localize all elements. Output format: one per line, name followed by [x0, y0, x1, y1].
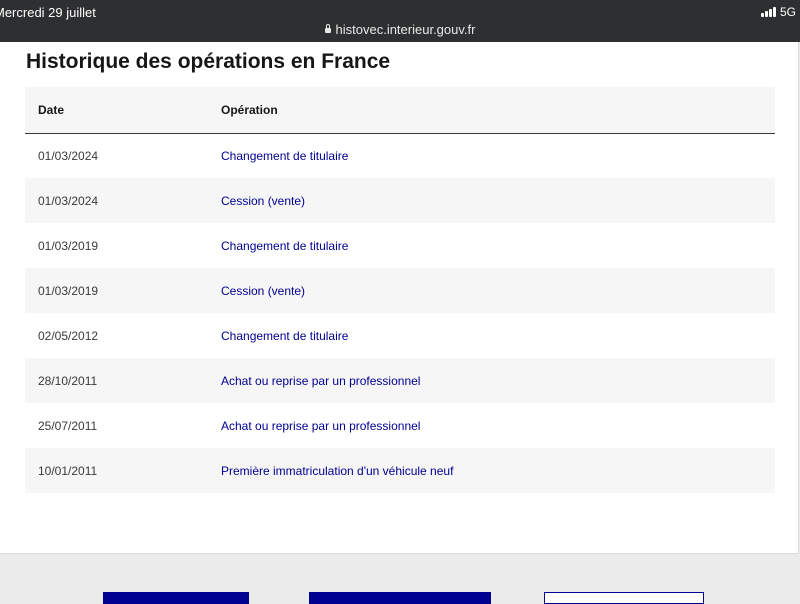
table-row: 01/03/2019 Changement de titulaire — [25, 223, 775, 268]
lock-icon — [324, 24, 331, 33]
table-row: 01/03/2024 Cession (vente) — [25, 178, 775, 223]
row-operation: Cession (vente) — [208, 178, 775, 223]
history-table: Date Opération 01/03/2024 Changement de … — [25, 87, 775, 493]
primary-button-2[interactable] — [309, 592, 491, 604]
url-bar[interactable]: histovec.interieur.gouv.fr — [0, 22, 800, 37]
row-date: 01/03/2024 — [38, 148, 99, 163]
status-indicators: 5G 6 — [760, 5, 800, 19]
row-operation: Changement de titulaire — [221, 328, 349, 343]
row-date: 10/01/2011 — [25, 448, 208, 493]
table-header-row: Date Opération — [25, 87, 775, 134]
table-row: 01/03/2019 Cession (vente) — [25, 268, 775, 313]
status-date: Mercredi 29 juillet — [0, 5, 96, 20]
header-date: Date — [25, 87, 208, 134]
row-date: 28/10/2011 — [25, 358, 208, 403]
table-row: 10/01/2011 Première immatriculation d'un… — [25, 448, 775, 493]
table-row: 25/07/2011 Achat ou reprise par un profe… — [25, 403, 775, 448]
row-operation: Changement de titulaire — [221, 238, 349, 253]
signal-icon — [760, 7, 776, 17]
row-date: 01/03/2019 — [25, 268, 208, 313]
page-title: Historique des opérations en France — [26, 50, 391, 73]
url-text: histovec.interieur.gouv.fr — [335, 22, 476, 37]
row-operation: Première immatriculation d'un véhicule n… — [208, 448, 775, 493]
table-row: 02/05/2012 Changement de titulaire — [25, 313, 775, 358]
history-card: Historique des opérations en France Date… — [0, 42, 799, 554]
primary-button-1[interactable] — [103, 592, 249, 604]
table-row: 01/03/2024 Changement de titulaire — [25, 133, 775, 178]
table-row: 28/10/2011 Achat ou reprise par un profe… — [25, 358, 775, 403]
row-date: 02/05/2012 — [38, 328, 99, 343]
row-date: 01/03/2024 — [25, 178, 208, 223]
secondary-button[interactable] — [544, 592, 704, 604]
row-operation: Cession (vente) — [208, 268, 775, 313]
row-date: 25/07/2011 — [38, 418, 98, 433]
row-operation: Achat ou reprise par un professionnel — [208, 358, 775, 403]
header-operation: Opération — [208, 87, 775, 134]
row-operation: Changement de titulaire — [221, 148, 349, 163]
status-bar: Mercredi 29 juillet 5G 6 histovec.interi… — [0, 0, 800, 42]
network-label: 5G 6 — [779, 5, 800, 19]
row-date: 01/03/2019 — [38, 238, 99, 253]
row-operation: Achat ou reprise par un professionnel — [221, 418, 421, 433]
